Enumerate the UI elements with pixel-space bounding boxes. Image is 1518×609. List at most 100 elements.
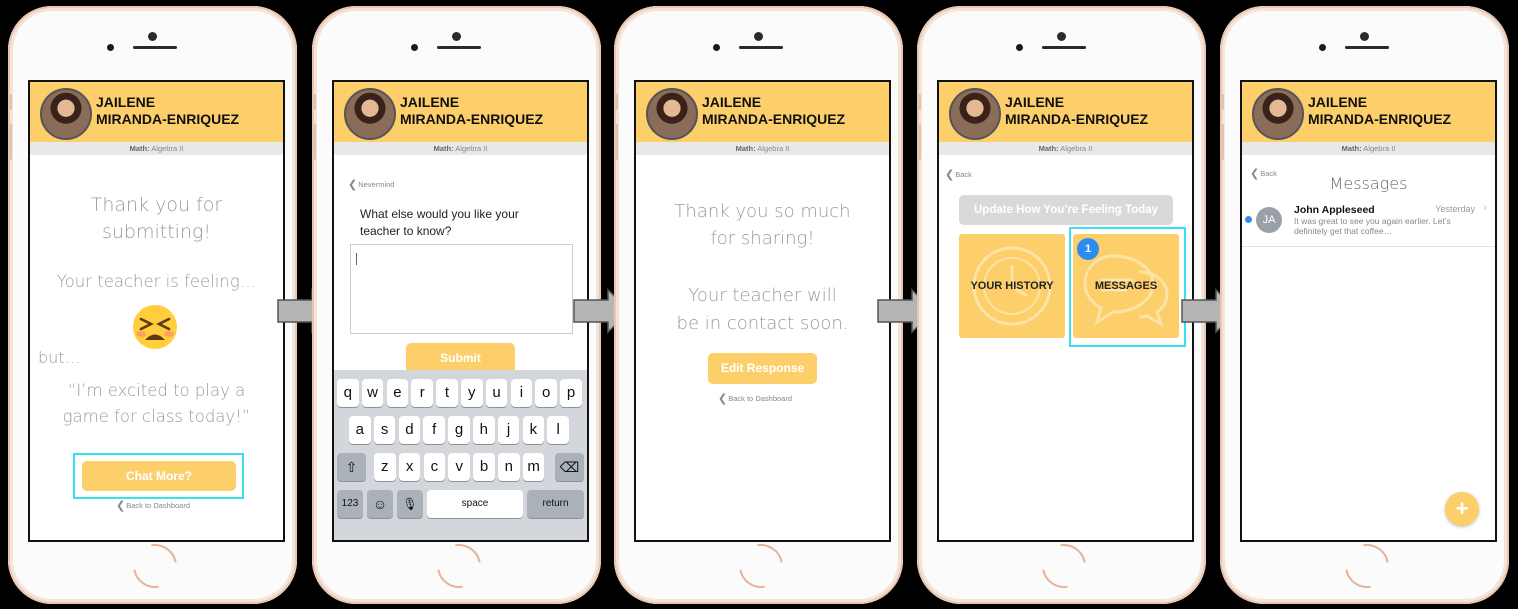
phone-speaker	[133, 46, 177, 49]
phone-side-button	[615, 94, 618, 110]
update-feeling-button[interactable]: Update How You’re Feeling Today	[959, 195, 1173, 225]
keyboard: qwertyuiop asdfghjkl ⇧ ⌫ zxcvbnm 123 ☺ 🎙…	[334, 370, 587, 540]
teacher-name: JAILENE MIRANDA-ENRIQUEZ	[702, 94, 845, 128]
new-message-button[interactable]: +	[1445, 492, 1479, 526]
subject-value: Algebra II	[455, 144, 488, 153]
unread-dot	[1245, 216, 1252, 223]
key-7[interactable]: i	[510, 379, 533, 407]
name-line-2: MIRANDA-ENRIQUEZ	[400, 111, 544, 127]
home-button	[427, 535, 490, 597]
message-preview: It was great to see you again earlier. L…	[1294, 216, 1489, 236]
subject-value: Algebra II	[1060, 144, 1093, 153]
key-0[interactable]: q	[337, 379, 359, 407]
key-6[interactable]: m	[522, 453, 545, 481]
shift-key[interactable]: ⇧	[337, 453, 366, 481]
back-link[interactable]: ❮Back	[945, 168, 972, 181]
feeling-text: Your teacher is feeling…	[56, 272, 257, 291]
edit-response-button[interactable]: Edit Response	[708, 353, 817, 384]
message-time: Yesterday	[1435, 204, 1475, 214]
tired-face-emoji	[132, 304, 178, 350]
phone-side-button	[1221, 94, 1224, 110]
key-0[interactable]: a	[349, 416, 371, 444]
your-history-tile[interactable]: YOUR HISTORY	[959, 234, 1065, 338]
back-link-label: Back to Dashboard	[126, 501, 191, 510]
avatar	[40, 88, 92, 140]
back-to-dashboard-link[interactable]: ❮Back to Dashboard	[718, 392, 792, 405]
back-link-label: Back to Dashboard	[728, 394, 793, 403]
key-8[interactable]: o	[535, 379, 557, 407]
preview-line-1: It was great to see you again earlier. L…	[1294, 216, 1451, 226]
home-button	[123, 535, 186, 597]
subject-label: Math:	[129, 144, 150, 153]
name-line-1: JAILENE	[1308, 94, 1368, 110]
teacher-quote: “I’m excited to play a game for class to…	[30, 378, 283, 430]
prompt-line-2: teacher to know?	[360, 224, 452, 238]
space-key[interactable]: space	[427, 490, 523, 518]
subject-value: Algebra II	[757, 144, 790, 153]
sender-name: John Appleseed	[1294, 204, 1375, 216]
thanks-line-1: Thank you so much	[674, 201, 851, 222]
return-key[interactable]: return	[527, 490, 584, 518]
message-row[interactable]: JA John Appleseed Yesterday › It was gre…	[1242, 200, 1495, 247]
screen-thanks-sharing: JAILENE MIRANDA-ENRIQUEZ Math: Algebra I…	[634, 80, 891, 542]
messages-tile[interactable]: MESSAGES 1	[1073, 234, 1179, 338]
key-8[interactable]: l	[547, 416, 569, 444]
subject-bar: Math: Algebra II	[636, 142, 889, 155]
home-button	[1032, 535, 1095, 597]
numbers-key[interactable]: 123	[337, 490, 363, 518]
key-7[interactable]: k	[522, 416, 545, 444]
key-3[interactable]: v	[448, 453, 470, 481]
key-9[interactable]: p	[560, 379, 582, 407]
phone-sensor	[713, 44, 720, 51]
phone-speaker	[1345, 46, 1389, 49]
key-2[interactable]: c	[423, 453, 446, 481]
subject-bar: Math: Algebra II	[1242, 142, 1495, 155]
key-5[interactable]: n	[498, 453, 520, 481]
emoji-key[interactable]: ☺	[367, 490, 393, 518]
key-5[interactable]: y	[461, 379, 483, 407]
name-line-2: MIRANDA-ENRIQUEZ	[96, 111, 240, 127]
subject-label: Math:	[1341, 144, 1362, 153]
delete-key[interactable]: ⌫	[555, 453, 584, 481]
unread-badge: 1	[1077, 238, 1099, 260]
key-1[interactable]: w	[361, 379, 384, 407]
teacher-name: JAILENE MIRANDA-ENRIQUEZ	[1005, 94, 1148, 128]
key-4[interactable]: g	[448, 416, 470, 444]
profile-header: JAILENE MIRANDA-ENRIQUEZ	[334, 82, 587, 142]
chevron-right-icon: ›	[1483, 202, 1487, 214]
key-4[interactable]: t	[436, 379, 458, 407]
chat-more-button[interactable]: Chat More?	[82, 461, 236, 491]
phone-side-button	[918, 94, 921, 110]
key-4[interactable]: b	[473, 453, 495, 481]
back-to-dashboard-link[interactable]: ❮Back to Dashboard	[116, 499, 190, 512]
key-1[interactable]: x	[398, 453, 421, 481]
key-5[interactable]: h	[473, 416, 495, 444]
chevron-left-icon: ❮	[116, 500, 126, 512]
sender-avatar: JA	[1256, 207, 1282, 233]
phone-sensor	[411, 44, 418, 51]
phone-sensor	[107, 44, 114, 51]
nevermind-link[interactable]: ❮Nevermind	[348, 178, 394, 191]
avatar	[344, 88, 396, 140]
key-1[interactable]: s	[373, 416, 396, 444]
subject-value: Algebra II	[1363, 144, 1396, 153]
key-6[interactable]: j	[497, 416, 520, 444]
quote-line-2: game for class today!”	[62, 407, 251, 426]
subject-bar: Math: Algebra II	[334, 142, 587, 155]
key-3[interactable]: r	[411, 379, 433, 407]
key-2[interactable]: d	[398, 416, 421, 444]
key-0[interactable]: z	[374, 453, 396, 481]
key-6[interactable]: u	[485, 379, 508, 407]
key-2[interactable]: e	[386, 379, 409, 407]
text-cursor	[356, 253, 357, 265]
name-line-1: JAILENE	[1005, 94, 1065, 110]
thanks-line-2: for sharing!	[710, 228, 815, 249]
thanks-line-1: Thank you for	[90, 194, 223, 216]
message-textarea[interactable]	[350, 244, 573, 334]
key-3[interactable]: f	[423, 416, 445, 444]
microphone-key[interactable]: 🎙	[397, 490, 423, 518]
history-tile-label: YOUR HISTORY	[970, 280, 1054, 292]
phone-side-button	[313, 94, 316, 110]
phone-speaker	[1042, 46, 1086, 49]
chevron-left-icon: ❮	[718, 393, 728, 405]
